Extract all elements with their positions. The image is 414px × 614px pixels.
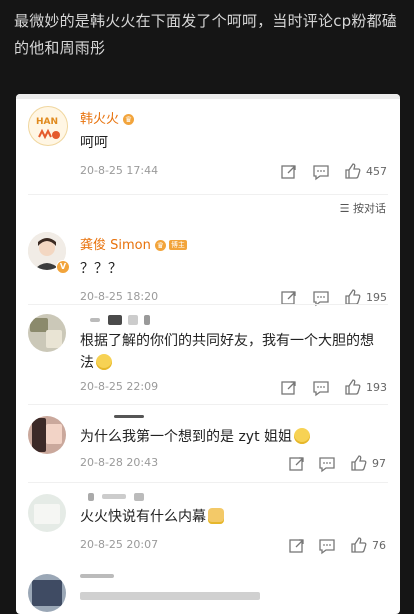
comment-2: V 龚俊 Simon ♛ 博主 ？？？ 20-8-25 18:20 195 xyxy=(16,228,400,308)
verified-badge-icon: V xyxy=(56,260,70,274)
smile-emoji-icon xyxy=(96,354,112,370)
reply-icon[interactable] xyxy=(318,537,336,555)
post-caption: 最微妙的是韩火火在下面发了个呵呵，当时评论cp粉都磕的他和周雨彤 xyxy=(14,12,397,57)
redacted-name xyxy=(134,493,145,501)
redacted-name xyxy=(144,315,151,325)
share-icon[interactable] xyxy=(288,455,306,473)
share-icon[interactable] xyxy=(288,537,306,555)
comment-time: 20-8-25 18:20 xyxy=(80,290,159,303)
avatar-blur xyxy=(34,504,60,524)
redacted-name xyxy=(108,315,123,325)
divider xyxy=(28,482,388,483)
sort-by-conversation[interactable]: ☰ 按对话 xyxy=(340,200,386,216)
crown-icon: ♛ xyxy=(123,114,135,125)
reply-icon[interactable] xyxy=(312,163,330,181)
comment-text: 呵呵 xyxy=(80,135,108,151)
redacted-name xyxy=(114,415,144,418)
card-top-bar xyxy=(16,94,400,99)
sort-label: 按对话 xyxy=(353,202,386,215)
like-count: 195 xyxy=(366,291,387,304)
comment-text-body: 根据了解的你们的共同好友，我有一个大胆的想法 xyxy=(80,333,374,371)
share-icon[interactable] xyxy=(280,163,298,181)
avatar-blur xyxy=(46,424,62,444)
comment-time: 20-8-25 17:44 xyxy=(80,164,159,177)
comment-4: 为什么我第一个想到的是 zyt 姐姐 20-8-28 20:43 97 xyxy=(16,410,400,484)
avatar[interactable] xyxy=(28,416,66,454)
svg-text:HAN: HAN xyxy=(36,117,58,127)
comment-text-body: 火火快说有什么内幕 xyxy=(80,509,206,525)
author-name[interactable]: 韩火火 xyxy=(80,112,119,127)
crown-icon: ♛ xyxy=(154,240,166,251)
redacted-name xyxy=(102,494,127,499)
comment-author[interactable]: 韩火火 ♛ xyxy=(80,112,135,128)
comment-time: 20-8-25 22:09 xyxy=(80,380,159,393)
like-count: 457 xyxy=(366,165,387,178)
comment-text: ？？？ xyxy=(80,261,122,277)
sort-icon: ☰ xyxy=(339,202,350,215)
reply-icon[interactable] xyxy=(312,379,330,397)
comment-6-partial xyxy=(16,568,400,612)
comment-3: 根据了解的你们的共同好友，我有一个大胆的想法 20-8-25 22:09 193 xyxy=(16,310,400,406)
avatar[interactable] xyxy=(28,494,66,532)
share-icon[interactable] xyxy=(280,379,298,397)
avatar-blur xyxy=(46,330,62,348)
divider xyxy=(28,194,388,195)
like-icon[interactable] xyxy=(344,162,362,180)
like-icon[interactable] xyxy=(350,454,368,472)
like-icon[interactable] xyxy=(344,378,362,396)
divider xyxy=(28,404,388,405)
redacted-text xyxy=(80,592,260,600)
smile-emoji-icon xyxy=(294,428,311,444)
reply-icon[interactable] xyxy=(318,455,336,473)
author-tag-badge: 博主 xyxy=(168,240,187,250)
like-icon[interactable] xyxy=(350,536,368,554)
doge-emoji-icon xyxy=(208,508,224,524)
comment-author[interactable]: 龚俊 Simon ♛ 博主 xyxy=(80,238,187,254)
like-count: 193 xyxy=(366,381,387,394)
comment-text: 根据了解的你们的共同好友，我有一个大胆的想法 xyxy=(80,330,384,374)
avatar-han-icon: HAN xyxy=(29,107,67,145)
avatar[interactable] xyxy=(28,314,66,352)
avatar-blur xyxy=(30,318,48,332)
like-count: 97 xyxy=(372,457,386,470)
redacted-name xyxy=(88,493,94,501)
avatar[interactable]: HAN xyxy=(28,106,68,146)
redacted-name xyxy=(90,318,100,322)
avatar-blur xyxy=(32,580,62,606)
redacted-name xyxy=(128,315,139,325)
comment-text: 火火快说有什么内幕 xyxy=(80,506,384,528)
redacted-name xyxy=(80,574,114,578)
divider xyxy=(28,304,388,305)
avatar[interactable] xyxy=(28,574,66,612)
comment-author-redacted[interactable] xyxy=(80,490,145,506)
comment-card: HAN 韩火火 ♛ 呵呵 20-8-25 17:44 457 ☰ 按对话 V 龚… xyxy=(16,94,400,614)
like-count: 76 xyxy=(372,539,386,552)
comment-1: HAN 韩火火 ♛ 呵呵 20-8-25 17:44 457 xyxy=(16,102,400,182)
comment-author-redacted[interactable] xyxy=(80,314,151,330)
comment-text-body: 为什么我第一个想到的是 zyt 姐姐 xyxy=(80,429,293,445)
avatar-blur xyxy=(32,418,46,452)
comment-time: 20-8-28 20:43 xyxy=(80,456,159,469)
comment-time: 20-8-25 20:07 xyxy=(80,538,159,551)
comment-5: 火火快说有什么内幕 20-8-25 20:07 76 xyxy=(16,488,400,562)
comment-text: 为什么我第一个想到的是 zyt 姐姐 xyxy=(80,426,384,448)
author-name[interactable]: 龚俊 Simon xyxy=(80,238,151,253)
